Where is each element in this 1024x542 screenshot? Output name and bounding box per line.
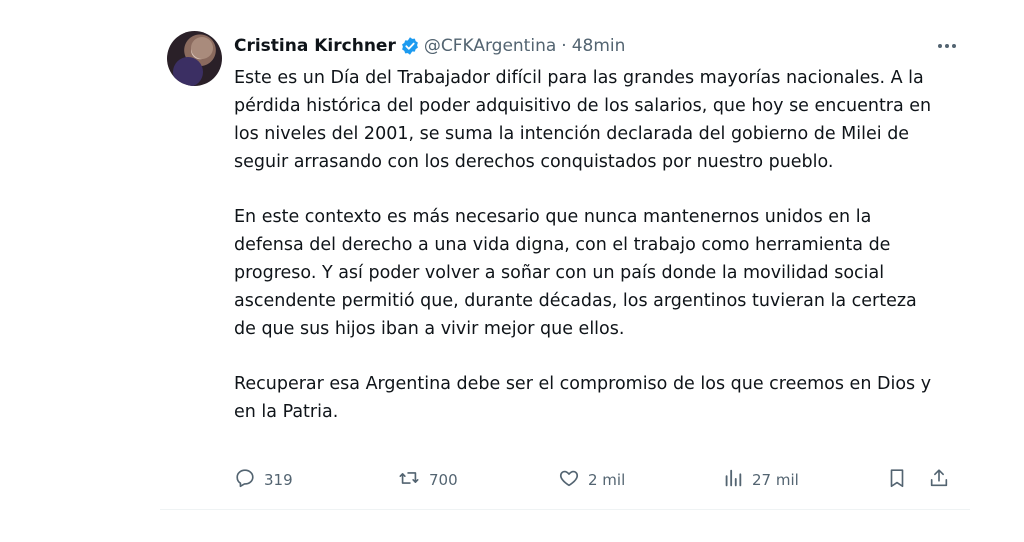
more-icon[interactable] — [936, 33, 958, 59]
like-count: 2 mil — [588, 471, 626, 489]
paragraph-2: En este contexto es más necesario que nu… — [234, 207, 917, 339]
like-button[interactable]: 2 mil — [558, 465, 625, 495]
repost-icon — [397, 467, 429, 493]
views-icon — [722, 467, 752, 493]
views-count: 27 mil — [752, 471, 799, 489]
tweet[interactable]: Cristina Kirchner @CFKArgentina · 48min … — [160, 20, 970, 510]
divider — [160, 509, 970, 510]
bookmark-icon — [886, 467, 916, 493]
views-button[interactable]: 27 mil — [722, 465, 799, 495]
bookmark-button[interactable] — [886, 465, 916, 495]
paragraph-1: Este es un Día del Trabajador difícil pa… — [234, 68, 932, 172]
share-button[interactable] — [928, 465, 958, 495]
like-icon — [558, 467, 588, 493]
repost-button[interactable]: 700 — [397, 465, 458, 495]
repost-count: 700 — [429, 471, 458, 489]
action-bar: 319 700 2 mil 27 mil — [234, 465, 954, 495]
reply-button[interactable]: 319 — [234, 465, 293, 495]
paragraph-3: Recuperar esa Argentina debe ser el comp… — [234, 374, 932, 422]
author-handle[interactable]: @CFKArgentina — [424, 36, 556, 56]
verified-badge-icon — [400, 36, 420, 56]
share-icon — [928, 467, 958, 493]
timestamp[interactable]: 48min — [572, 36, 626, 56]
tweet-header: Cristina Kirchner @CFKArgentina · 48min — [234, 33, 970, 59]
avatar[interactable] — [167, 31, 222, 86]
author-name[interactable]: Cristina Kirchner — [234, 36, 396, 56]
tweet-text: Este es un Día del Trabajador difícil pa… — [234, 64, 934, 453]
reply-icon — [234, 467, 264, 493]
reply-count: 319 — [264, 471, 293, 489]
separator-dot: · — [561, 36, 567, 56]
